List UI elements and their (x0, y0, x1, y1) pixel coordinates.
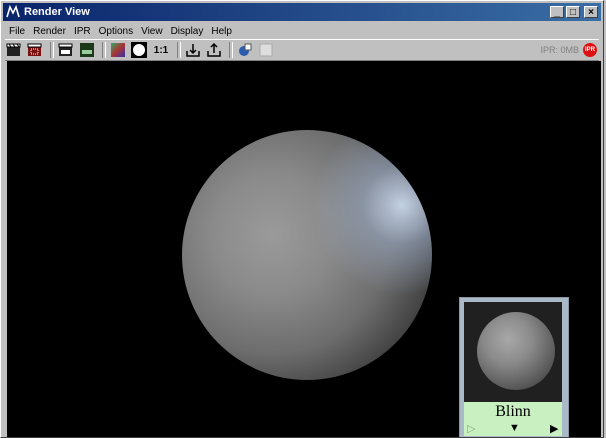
menu-view[interactable]: View (137, 26, 167, 37)
keep-image-icon[interactable] (184, 41, 202, 59)
redo-previous-render-icon[interactable] (5, 41, 23, 59)
render-viewport[interactable]: Blinn ▷ ▼ ▶ (7, 61, 601, 437)
swatch-label-area: Blinn ▷ ▼ ▶ (464, 402, 562, 436)
toolbar-separator (229, 42, 233, 58)
menu-bar: File Render IPR Options View Display Hel… (5, 23, 599, 39)
maya-app-icon[interactable] (6, 4, 20, 19)
render-region-icon[interactable] (26, 41, 44, 59)
remove-image-icon[interactable] (205, 41, 223, 59)
maximize-button[interactable]: □ (566, 6, 580, 18)
close-button[interactable]: × (584, 6, 598, 18)
window-title: Render View (24, 6, 90, 18)
refresh-ipr-icon[interactable] (78, 41, 96, 59)
chevron-down-icon[interactable]: ▼ (509, 422, 520, 434)
render-toolbar: 1:1 IPR: 0MB IPR (5, 39, 599, 61)
toolbar-separator (102, 42, 106, 58)
material-name: Blinn (495, 403, 531, 420)
swatch-preview (464, 302, 562, 402)
menu-ipr[interactable]: IPR (70, 26, 95, 37)
menu-help[interactable]: Help (207, 26, 236, 37)
menu-render[interactable]: Render (29, 26, 70, 37)
toolbar-separator (50, 42, 54, 58)
title-bar[interactable]: Render View _ □ × (3, 3, 601, 21)
render-globals-icon[interactable] (236, 41, 254, 59)
rendered-sphere (182, 130, 432, 380)
play-right-icon[interactable]: ▶ (550, 422, 558, 435)
toolbar-separator (177, 42, 181, 58)
blank-toolbar-icon[interactable] (257, 41, 275, 59)
ipr-badge-icon[interactable]: IPR (583, 43, 597, 57)
menu-display[interactable]: Display (167, 26, 208, 37)
play-left-icon[interactable]: ▷ (467, 422, 475, 435)
minimize-button[interactable]: _ (550, 6, 564, 18)
ipr-memory-status: IPR: 0MB (540, 45, 579, 55)
real-size-button[interactable]: 1:1 (151, 41, 171, 59)
ipr-render-icon[interactable] (57, 41, 75, 59)
menu-file[interactable]: File (5, 26, 29, 37)
display-alpha-channel-icon[interactable] (130, 41, 148, 59)
material-swatch[interactable]: Blinn ▷ ▼ ▶ (459, 297, 569, 437)
swatch-sphere (477, 312, 555, 390)
menu-options[interactable]: Options (95, 26, 137, 37)
render-view-window: Render View _ □ × File Render IPR Option… (0, 0, 604, 438)
display-rgb-channels-icon[interactable] (109, 41, 127, 59)
